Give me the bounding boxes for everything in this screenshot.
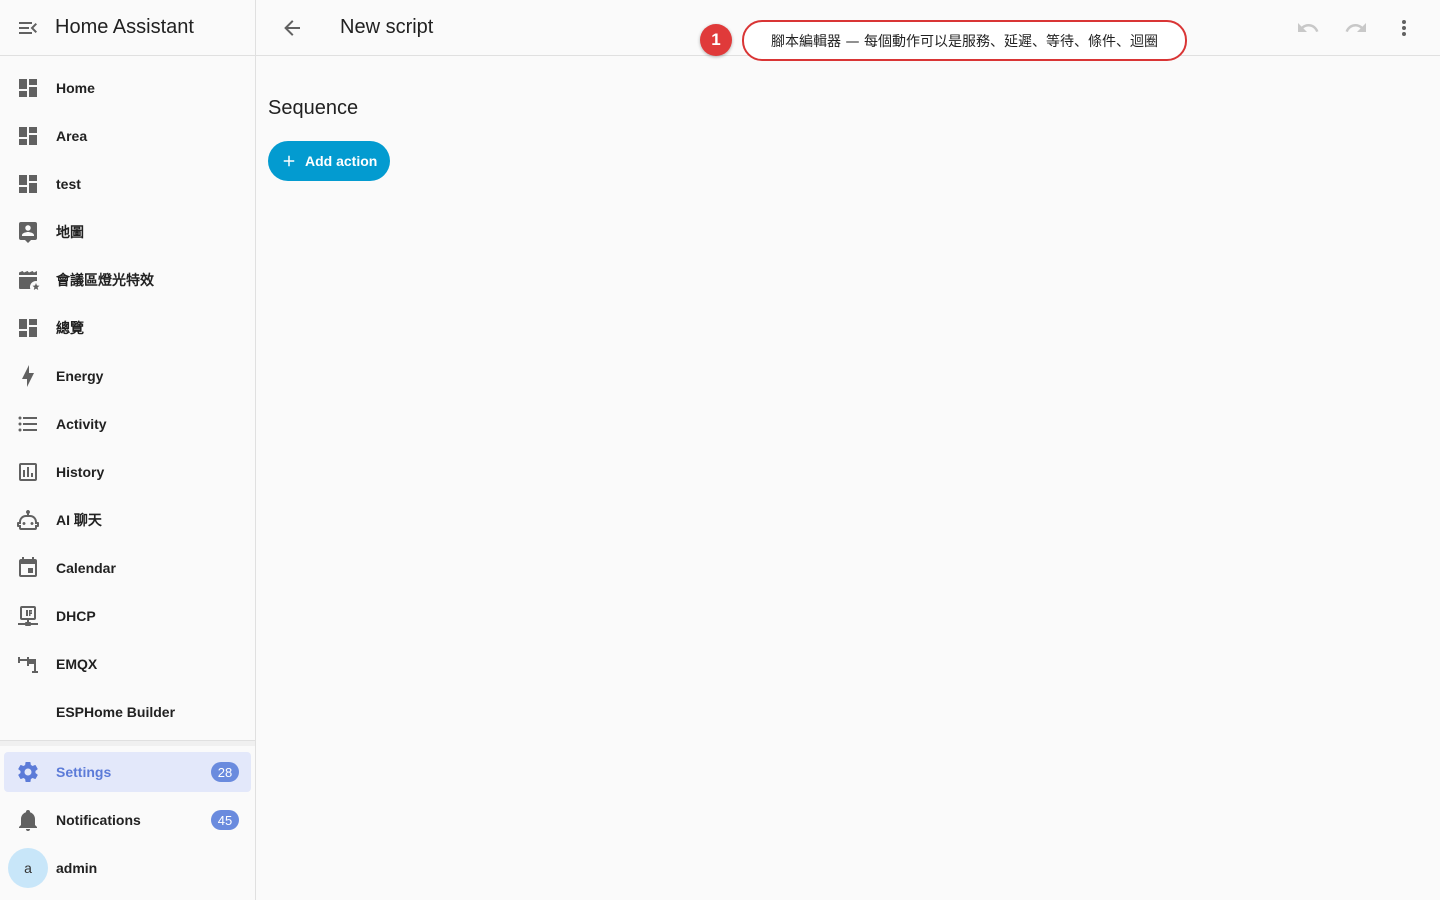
sidebar-item-emqx[interactable]: EMQX (0, 640, 255, 688)
menu-collapse-button[interactable] (0, 0, 56, 56)
sidebar-item-calendar[interactable]: Calendar (0, 544, 255, 592)
sidebar-item-label: 總覽 (56, 320, 84, 336)
sidebar-item-label: ESPHome Builder (56, 704, 176, 720)
sidebar-item-label: 地圖 (56, 224, 84, 240)
chart-box-icon (16, 460, 40, 484)
sidebar-item-ai-chat[interactable]: AI 聊天 (0, 496, 255, 544)
redo-button[interactable] (1332, 4, 1380, 52)
sidebar-item-home[interactable]: Home (0, 64, 255, 112)
sidebar-item-label: History (56, 464, 105, 480)
sidebar-bottom: Settings 28 Notifications 45 a admin (0, 748, 255, 892)
plus-icon (280, 152, 298, 170)
page-title: New script (340, 16, 434, 38)
sidebar-item-area[interactable]: Area (0, 112, 255, 160)
undo-button[interactable] (1284, 4, 1332, 52)
app-title: Home Assistant (55, 16, 194, 38)
sidebar-item-map[interactable]: 地圖 (0, 208, 255, 256)
sidebar-item-label: Settings (56, 764, 112, 780)
sidebar-item-dhcp[interactable]: DHCP (0, 592, 255, 640)
annotation-callout: 腳本編輯器 — 每個動作可以是服務、延遲、等待、條件、迴圈 (742, 20, 1187, 61)
add-action-button[interactable]: Add action (268, 141, 390, 181)
sidebar-header: Home Assistant (0, 0, 255, 56)
dashboard-icon (16, 124, 40, 148)
dots-vertical-icon (1402, 20, 1406, 36)
format-list-icon (16, 412, 40, 436)
sidebar-item-history[interactable]: History (0, 448, 255, 496)
toolbar-actions (1284, 4, 1428, 52)
dashboard-icon (16, 172, 40, 196)
calendar-icon (16, 556, 40, 580)
sidebar-item-label: AI 聊天 (56, 512, 102, 528)
lightning-bolt-icon (16, 364, 40, 388)
sidebar-item-energy[interactable]: Energy (0, 352, 255, 400)
bell-icon (16, 808, 40, 832)
script-editor: Sequence Add action (256, 57, 1440, 900)
gear-icon (16, 760, 40, 784)
sidebar-item-label: EMQX (56, 656, 98, 672)
esphome-icon (16, 700, 40, 724)
add-action-label: Add action (305, 153, 378, 169)
sidebar-item-label: DHCP (56, 608, 96, 624)
notifications-badge: 45 (211, 810, 239, 830)
back-button[interactable] (268, 4, 316, 52)
menu-open-icon (19, 21, 37, 34)
sidebar-item-settings[interactable]: Settings 28 (4, 752, 251, 792)
map-person-icon (16, 220, 40, 244)
annotation-marker: 1 (700, 24, 732, 56)
pipe-icon (16, 652, 40, 676)
undo-icon (1298, 23, 1319, 32)
dashboard-icon (16, 316, 40, 340)
sidebar-item-label: Energy (56, 368, 104, 384)
avatar: a (8, 848, 48, 888)
arrow-left-icon (284, 19, 300, 36)
robot-icon (16, 508, 40, 532)
sequence-heading: Sequence (268, 97, 359, 119)
sidebar-item-label: admin (56, 860, 98, 876)
sidebar-item-label: Notifications (56, 812, 141, 828)
sidebar-nav: Home Area test 地圖 會議區燈光特效 總覽 Energy Acti… (0, 56, 255, 736)
sidebar-divider (0, 740, 255, 746)
sidebar-item-activity[interactable]: Activity (0, 400, 255, 448)
overflow-menu-button[interactable] (1380, 4, 1428, 52)
sidebar-item-label: Activity (56, 416, 107, 432)
sidebar-item-notifications[interactable]: Notifications 45 (0, 796, 255, 844)
sidebar-item-label: test (56, 176, 81, 192)
sidebar-item-overview[interactable]: 總覽 (0, 304, 255, 352)
sidebar-item-scene-effects[interactable]: 會議區燈光特效 (0, 256, 255, 304)
ip-network-icon (16, 604, 40, 628)
redo-icon (1345, 23, 1366, 32)
movie-clapper-icon (16, 268, 40, 292)
sidebar-item-esphome-builder[interactable]: ESPHome Builder (0, 688, 255, 736)
sidebar-item-label: 會議區燈光特效 (56, 272, 154, 288)
settings-badge: 28 (211, 762, 239, 782)
sidebar-item-label: Area (56, 128, 88, 144)
sidebar-item-test[interactable]: test (0, 160, 255, 208)
sidebar-item-label: Calendar (56, 560, 116, 576)
sidebar-item-label: Home (56, 80, 95, 96)
sidebar: Home Assistant Home Area test 地圖 會議區燈光特效… (0, 0, 256, 900)
sidebar-item-user[interactable]: a admin (0, 844, 255, 892)
dashboard-icon (16, 76, 40, 100)
